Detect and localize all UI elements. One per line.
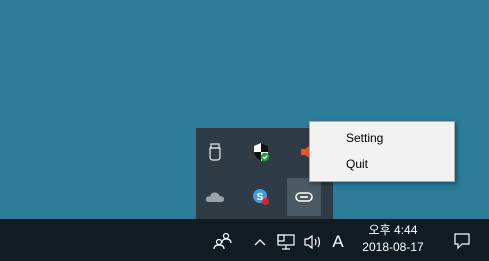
action-center-icon[interactable]: [451, 229, 473, 253]
onedrive-cloud-icon[interactable]: [198, 180, 232, 214]
network-icon[interactable]: [276, 232, 296, 252]
ime-indicator[interactable]: A: [329, 230, 347, 254]
volume-icon[interactable]: [303, 232, 325, 252]
clock-time: 오후 4:44: [368, 223, 418, 237]
chevron-up-icon[interactable]: [252, 232, 268, 252]
windows-defender-shield-icon[interactable]: [244, 135, 278, 169]
skype-icon[interactable]: S: [244, 180, 278, 214]
link-chain-icon[interactable]: [287, 178, 321, 216]
people-icon[interactable]: [212, 230, 234, 252]
taskbar-clock[interactable]: 오후 4:44 2018-08-17: [352, 222, 434, 256]
tray-context-menu: Setting Quit: [309, 121, 455, 182]
usb-device-icon[interactable]: [198, 135, 232, 169]
menu-item-setting[interactable]: Setting: [310, 125, 454, 151]
clock-date: 2018-08-17: [362, 240, 424, 254]
menu-item-quit[interactable]: Quit: [310, 151, 454, 177]
